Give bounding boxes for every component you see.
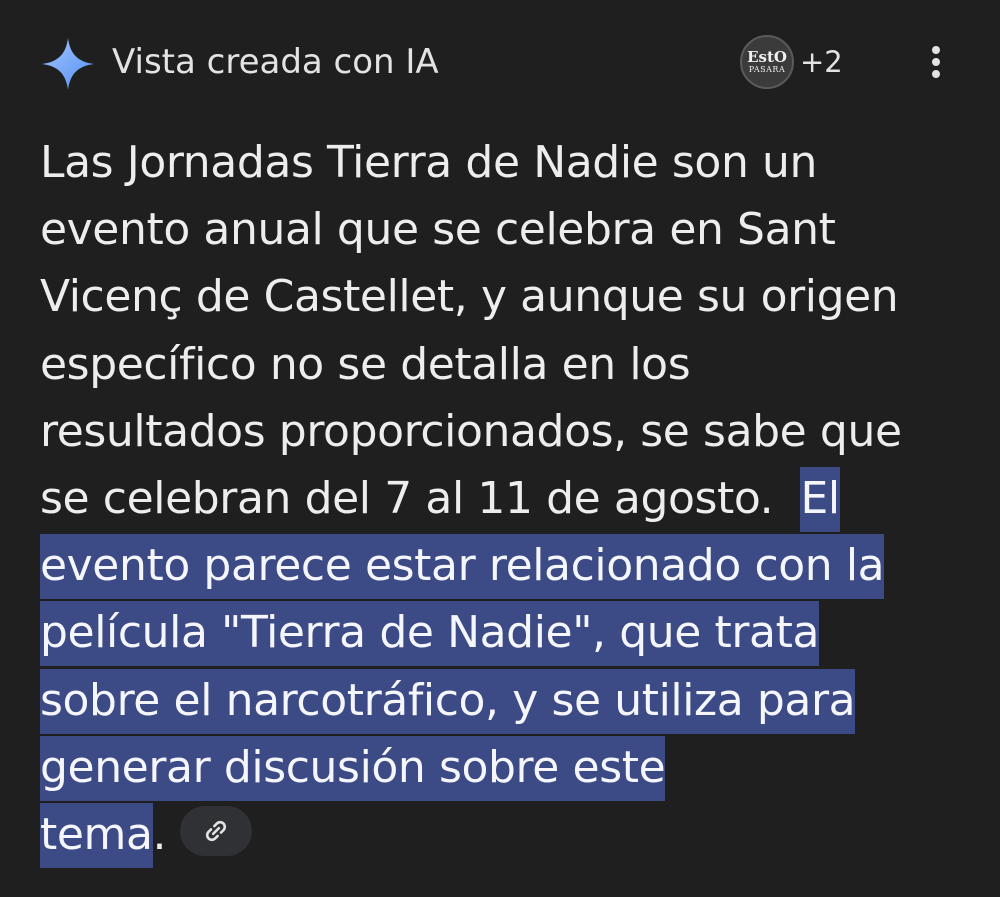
more-vert-icon xyxy=(932,46,940,78)
highlighted-line-last: tema. xyxy=(40,801,970,869)
source-link-button[interactable] xyxy=(180,806,253,857)
avatar-text-line2: PASARA xyxy=(748,65,786,74)
link-icon xyxy=(206,820,227,842)
highlighted-text[interactable]: sobre el narcotráfico, y se utiliza para xyxy=(40,668,856,734)
sparkle-icon xyxy=(42,38,94,90)
highlighted-text[interactable]: El xyxy=(800,467,840,533)
answer-line: específico no se detalla en los xyxy=(40,338,691,390)
highlighted-line: sobre el narcotráfico, y se utiliza para xyxy=(40,667,970,734)
avatar-text-line1: EstO xyxy=(747,48,787,66)
highlighted-line: generar discusión sobre este xyxy=(40,734,970,801)
answer-line: resultados proporcionados, se sabe que xyxy=(40,405,902,457)
more-options-button[interactable] xyxy=(916,40,956,84)
source-count[interactable]: +2 xyxy=(800,45,843,79)
header-title: Vista creada con IA xyxy=(112,42,439,82)
highlighted-text[interactable]: generar discusión sobre este xyxy=(40,735,666,801)
highlighted-text[interactable]: película "Tierra de Nadie", que trata xyxy=(40,601,819,667)
ai-overview-header: Vista creada con IA EstO PASARA +2 xyxy=(0,0,1000,124)
answer-line: se celebran del 7 al 11 de agosto. xyxy=(40,473,774,525)
end-punctuation: . xyxy=(152,809,167,861)
highlighted-line: evento parece estar relacionado con la xyxy=(40,532,970,600)
highlighted-text[interactable]: evento parece estar relacionado con la xyxy=(40,534,885,600)
answer-line-with-highlight-start: se celebran del 7 al 11 de agosto. El xyxy=(40,465,970,533)
answer-line: Vicenç de Castellet, y aunque su origen xyxy=(40,271,899,323)
ai-answer-text: Las Jornadas Tierra de Nadie son un even… xyxy=(40,129,970,869)
answer-line: Las Jornadas Tierra de Nadie son un xyxy=(40,137,817,188)
answer-line: evento anual que se celebra en Sant xyxy=(40,204,836,256)
source-avatar[interactable]: EstO PASARA xyxy=(740,35,794,89)
highlighted-text[interactable]: tema xyxy=(40,803,153,869)
highlighted-line: película "Tierra de Nadie", que trata xyxy=(40,599,970,667)
